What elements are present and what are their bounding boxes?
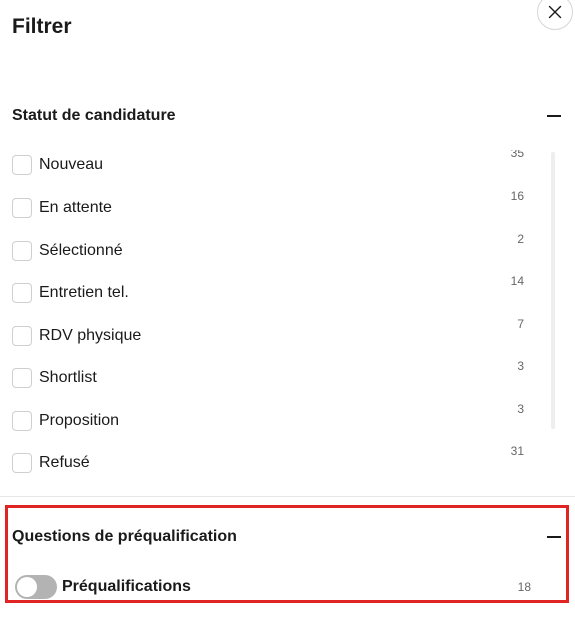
minus-icon[interactable] [545,106,565,126]
toggle-count: 18 [517,580,531,594]
checkbox[interactable] [12,198,32,218]
checkbox[interactable] [12,241,32,261]
checkbox[interactable] [12,283,32,303]
item-label: Nouveau [39,156,104,173]
status-item-selectionne[interactable]: Sélectionné 2 [12,232,532,263]
item-label: Refusé [39,454,90,471]
item-label: Entretien tel. [39,284,129,301]
status-item-entretien-tel[interactable]: Entretien tel. 14 [12,274,532,305]
checkbox[interactable] [12,326,32,346]
item-label: Shortlist [39,369,97,386]
status-item-nouveau[interactable]: Nouveau 35 [12,150,532,177]
item-count: 31 [510,444,524,458]
item-count: 16 [510,189,524,203]
scrollbar[interactable] [551,152,555,429]
close-icon [548,5,562,19]
toggle-label: Préqualifications [62,578,191,595]
status-item-en-attente[interactable]: En attente 16 [12,189,532,220]
item-count: 14 [510,274,524,288]
prequalification-toggle[interactable] [15,575,57,599]
panel-title: Filtrer [12,15,72,38]
status-section-header: Statut de candidature [12,104,561,128]
status-item-proposition[interactable]: Proposition 3 [12,402,532,433]
divider [0,496,575,497]
checkbox[interactable] [12,368,32,388]
filter-panel: Filtrer Statut de candidature Nouveau 35… [0,0,575,625]
item-count: 2 [517,232,524,246]
checkbox[interactable] [12,155,32,175]
prequalification-toggle-row: Préqualifications 18 [15,574,535,600]
minus-icon[interactable] [545,527,565,547]
item-count: 7 [517,317,524,331]
status-list: Nouveau 35 En attente 16 Sélectionné 2 E… [12,150,542,473]
item-label: En attente [39,199,112,216]
item-label: Proposition [39,412,120,429]
status-section-title: Statut de candidature [12,107,176,124]
toggle-knob [17,577,37,597]
status-item-shortlist[interactable]: Shortlist 3 [12,359,532,390]
status-item-refuse[interactable]: Refusé 31 [12,444,532,473]
prequal-section-title: Questions de préqualification [12,528,237,545]
item-count: 3 [517,402,524,416]
checkbox[interactable] [12,411,32,431]
item-label: Sélectionné [39,242,123,259]
close-button[interactable] [537,0,573,30]
status-item-rdv-physique[interactable]: RDV physique 7 [12,317,532,348]
item-label: RDV physique [39,327,142,344]
item-count: 3 [517,359,524,373]
item-count: 35 [510,150,524,160]
prequal-section-header: Questions de préqualification [12,525,561,549]
checkbox[interactable] [12,453,32,473]
